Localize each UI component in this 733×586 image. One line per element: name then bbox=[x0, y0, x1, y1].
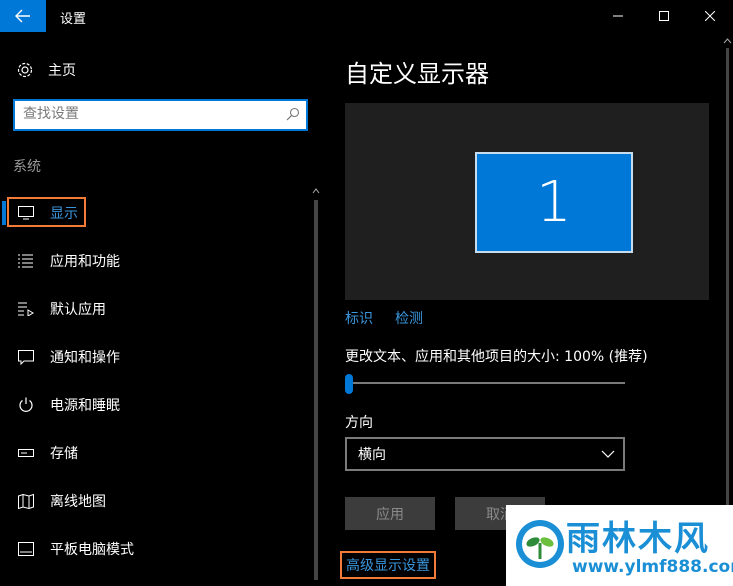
watermark-url: www.ylmf888.com bbox=[572, 557, 733, 577]
gear-icon bbox=[17, 62, 33, 78]
close-button[interactable] bbox=[687, 0, 733, 32]
watermark: 雨林木风 www.ylmf888.com bbox=[506, 505, 733, 586]
scale-label: 更改文本、应用和其他项目的大小: 100% (推荐) bbox=[345, 349, 648, 365]
sidebar-item-apps[interactable]: 应用和功能 bbox=[0, 243, 300, 279]
default-apps-icon bbox=[16, 302, 36, 316]
window-title: 设置 bbox=[60, 12, 87, 27]
apply-button[interactable]: 应用 bbox=[345, 497, 435, 530]
orientation-label: 方向 bbox=[345, 415, 373, 431]
highlight-box-display bbox=[7, 197, 86, 227]
minimize-icon bbox=[613, 15, 623, 17]
back-button[interactable] bbox=[0, 0, 46, 32]
scroll-up-icon[interactable] bbox=[722, 36, 733, 46]
scrollbar-thumb[interactable] bbox=[314, 200, 318, 580]
sidebar-item-label: 离线地图 bbox=[50, 494, 106, 510]
identify-link[interactable]: 标识 bbox=[345, 308, 373, 328]
section-label-system: 系统 bbox=[13, 159, 41, 175]
chevron-down-icon bbox=[601, 450, 615, 458]
sidebar-item-offline-maps[interactable]: 离线地图 bbox=[0, 483, 300, 519]
power-icon bbox=[16, 397, 36, 413]
minimize-button[interactable] bbox=[595, 0, 641, 32]
close-icon bbox=[705, 11, 715, 21]
sidebar-item-label: 存储 bbox=[50, 446, 78, 462]
detect-link[interactable]: 检测 bbox=[395, 308, 423, 328]
home-nav-item[interactable]: 主页 bbox=[16, 60, 76, 80]
page-title: 自定义显示器 bbox=[345, 60, 489, 88]
sidebar-item-label: 电源和睡眠 bbox=[50, 398, 120, 414]
back-arrow-icon bbox=[15, 9, 30, 23]
advanced-display-settings-link[interactable]: 高级显示设置 bbox=[340, 551, 436, 579]
search-icon[interactable] bbox=[286, 107, 300, 121]
watermark-title: 雨林木风 bbox=[566, 519, 710, 559]
storage-icon bbox=[16, 448, 36, 458]
scale-slider-thumb[interactable] bbox=[345, 374, 353, 394]
sidebar-item-power[interactable]: 电源和睡眠 bbox=[0, 387, 300, 423]
search-input[interactable] bbox=[23, 106, 273, 122]
scrollbar-thumb[interactable] bbox=[726, 48, 729, 578]
orientation-select[interactable]: 横向 bbox=[345, 437, 625, 471]
scroll-up-icon[interactable] bbox=[311, 186, 321, 196]
sidebar-item-label: 默认应用 bbox=[50, 302, 106, 318]
maximize-icon bbox=[659, 11, 669, 21]
sidebar-item-notifications[interactable]: 通知和操作 bbox=[0, 339, 300, 375]
sidebar-item-label: 通知和操作 bbox=[50, 350, 120, 366]
watermark-logo-icon bbox=[516, 520, 564, 568]
scale-slider-track[interactable] bbox=[345, 382, 625, 384]
maximize-button[interactable] bbox=[641, 0, 687, 32]
tablet-mode-icon bbox=[16, 542, 36, 556]
main-scrollbar[interactable] bbox=[722, 32, 733, 586]
search-box[interactable] bbox=[13, 99, 308, 131]
notification-icon bbox=[16, 349, 36, 365]
sidebar-item-default-apps[interactable]: 默认应用 bbox=[0, 291, 300, 327]
monitor-number: 1 bbox=[536, 170, 572, 235]
sidebar-item-tablet-mode[interactable]: 平板电脑模式 bbox=[0, 531, 300, 567]
sidebar-item-storage[interactable]: 存储 bbox=[0, 435, 300, 471]
sidebar-item-label: 平板电脑模式 bbox=[50, 542, 134, 558]
sidebar-item-label: 应用和功能 bbox=[50, 254, 120, 270]
sidebar-scrollbar[interactable] bbox=[311, 186, 321, 586]
list-icon bbox=[16, 254, 36, 268]
home-label: 主页 bbox=[48, 63, 76, 79]
orientation-value: 横向 bbox=[358, 447, 386, 463]
monitor-tile[interactable]: 1 bbox=[475, 152, 633, 253]
map-icon bbox=[16, 493, 36, 509]
